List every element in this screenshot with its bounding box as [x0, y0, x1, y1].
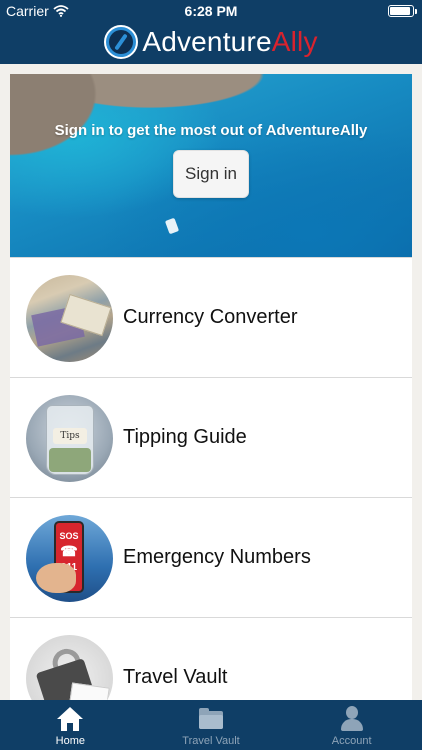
app-title-part-1: Adventure — [142, 26, 272, 57]
top-bar: Carrier 6:28 PM AdventureAlly — [0, 0, 422, 64]
currency-notes-image — [26, 275, 113, 362]
menu-item-label: Tipping Guide — [123, 426, 247, 448]
tab-label: Home — [55, 735, 85, 747]
compass-logo-icon — [104, 25, 139, 59]
tab-travel-vault[interactable]: Travel Vault — [141, 700, 282, 750]
app-title-part-2: Ally — [271, 26, 318, 57]
menu-item-tipping-guide[interactable]: Tips Tipping Guide — [10, 377, 412, 497]
battery-icon — [388, 5, 417, 17]
hero-banner: Sign in to get the most out of Adventure… — [10, 74, 412, 257]
tip-jar-image: Tips — [26, 395, 113, 482]
boat-image — [164, 217, 180, 235]
menu-item-emergency-numbers[interactable]: SOS☎911 Emergency Numbers — [10, 497, 412, 617]
hero-tagline: Sign in to get the most out of Adventure… — [54, 122, 368, 139]
status-time: 6:28 PM — [184, 3, 238, 19]
folder-icon — [196, 705, 226, 733]
menu-item-travel-vault[interactable]: Travel Vault — [10, 617, 412, 700]
padlock-image — [26, 635, 113, 700]
menu-item-label: Travel Vault — [123, 666, 228, 688]
tab-label: Travel Vault — [182, 735, 240, 747]
tab-account[interactable]: Account — [281, 700, 422, 750]
tab-home[interactable]: Home — [0, 700, 141, 750]
sign-in-button[interactable]: Sign in — [173, 150, 249, 198]
app-logo-header: AdventureAlly — [0, 22, 422, 62]
person-icon — [337, 705, 367, 733]
menu-item-currency-converter[interactable]: Currency Converter — [10, 257, 412, 377]
tab-bar: Home Travel Vault Account — [0, 700, 422, 750]
tab-label: Account — [331, 735, 372, 747]
status-bar: Carrier 6:28 PM — [0, 0, 422, 22]
menu-item-label: Currency Converter — [123, 306, 298, 328]
sos-phone-image: SOS☎911 — [26, 515, 113, 602]
menu-item-label: Emergency Numbers — [123, 546, 311, 568]
main-content[interactable]: Sign in to get the most out of Adventure… — [10, 74, 412, 700]
home-icon — [55, 705, 85, 733]
app-title: AdventureAlly — [142, 26, 317, 58]
